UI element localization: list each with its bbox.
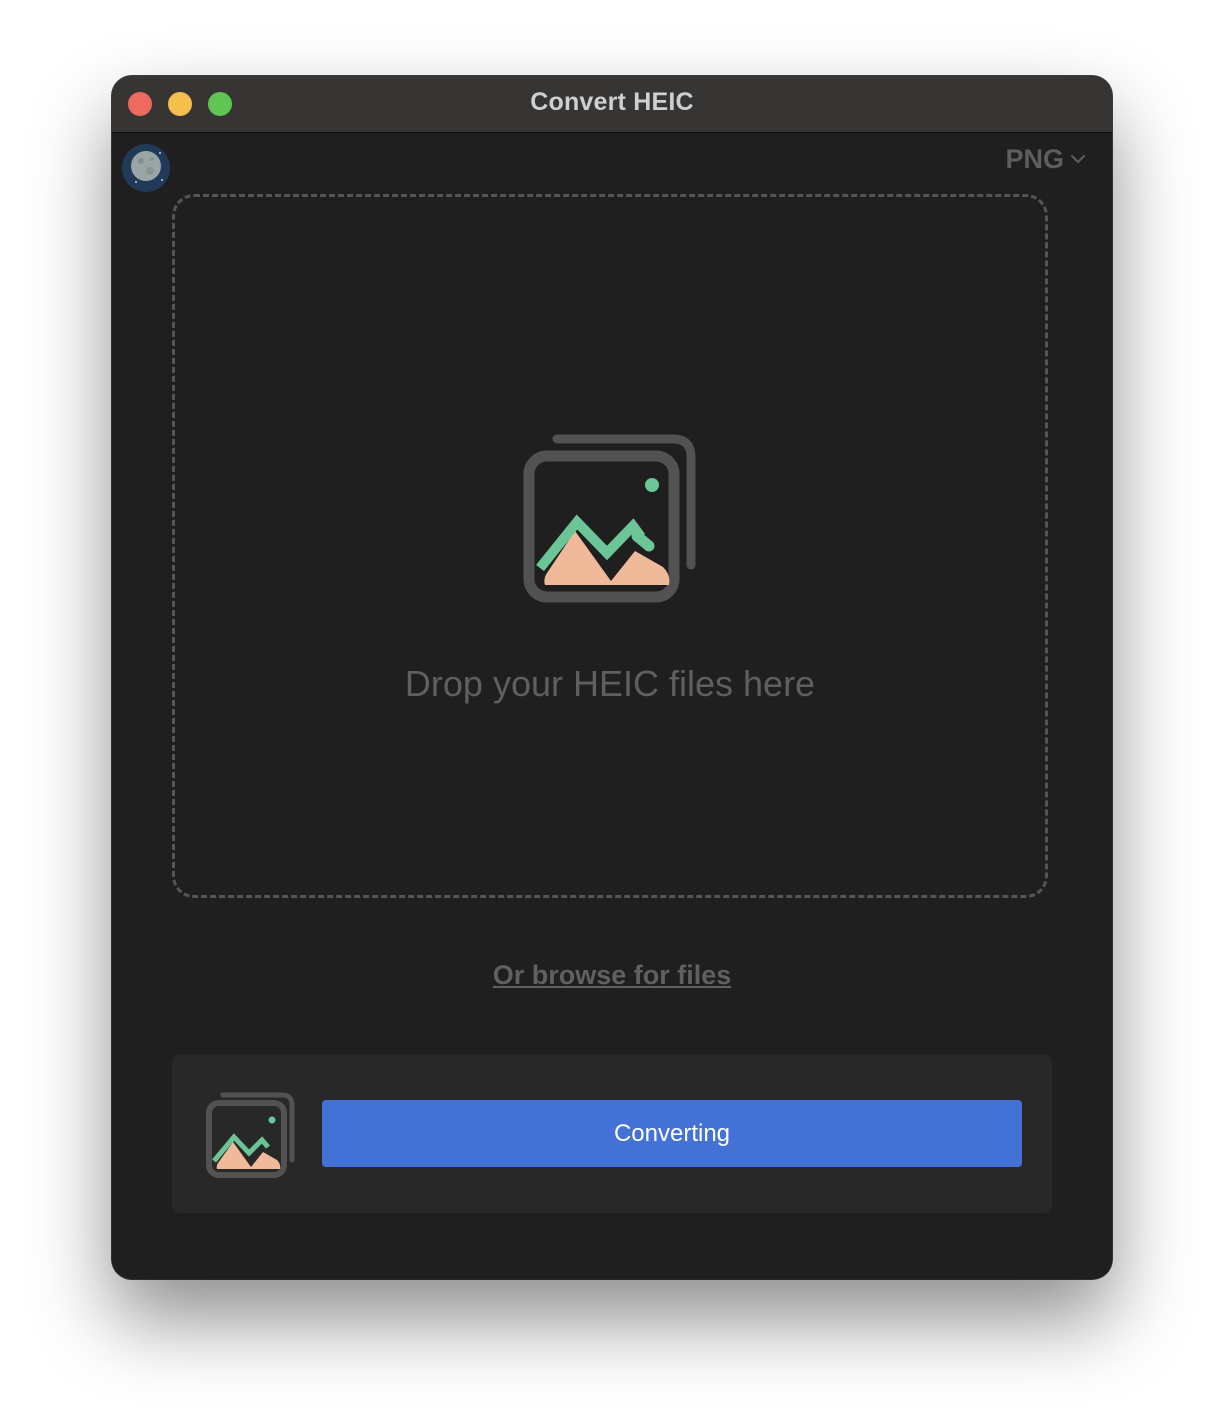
format-dropdown[interactable]: PNG — [1005, 142, 1086, 176]
format-value: PNG — [1005, 143, 1064, 174]
chevron-down-icon — [1071, 155, 1085, 163]
conversion-panel: Converting — [172, 1054, 1052, 1213]
browse-files-link[interactable]: Or browse for files — [112, 960, 1112, 991]
title-bar[interactable]: Convert HEIC — [112, 76, 1112, 133]
window-title: Convert HEIC — [530, 88, 694, 116]
convert-button[interactable]: Converting — [322, 1100, 1022, 1167]
drop-instruction-text: Drop your HEIC files here — [404, 663, 816, 704]
moon-icon[interactable] — [122, 144, 170, 192]
image-stack-icon — [206, 1092, 295, 1178]
app-window: Convert HEIC PNG Drop your HEIC files he… — [112, 76, 1112, 1279]
drop-zone[interactable]: Drop your HEIC files here — [172, 194, 1048, 898]
image-stack-icon — [523, 434, 696, 603]
